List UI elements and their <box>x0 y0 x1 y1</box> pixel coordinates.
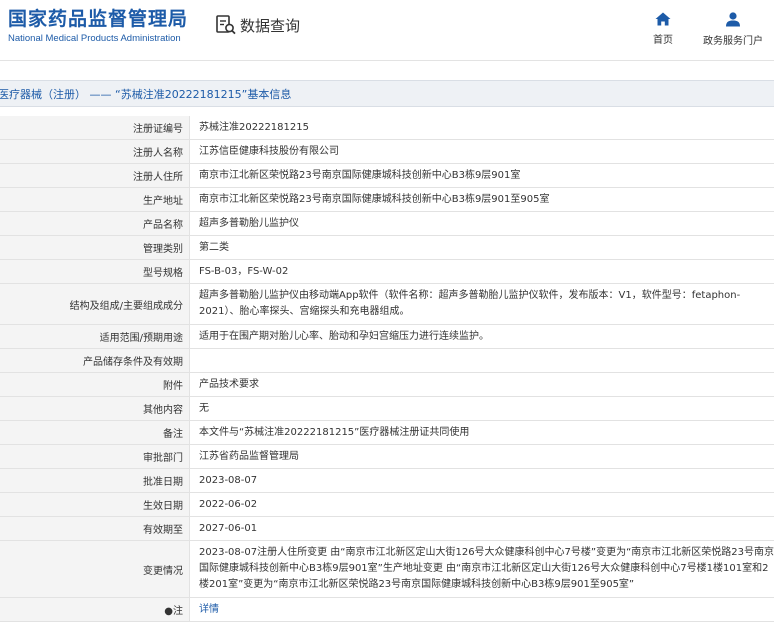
field-value: 无 <box>189 396 774 421</box>
field-value: 2027-06-01 <box>189 516 774 541</box>
field-label: 有效期至 <box>0 516 190 541</box>
record-title: 医疗器械（注册） —— “苏械注准20222181215”基本信息 <box>0 88 292 101</box>
field-value: FS-B-03，FS-W-02 <box>189 259 774 284</box>
field-label: 管理类别 <box>0 235 190 260</box>
table-row: 批准日期 2023-08-07 <box>0 468 774 493</box>
field-value: 第二类 <box>189 235 774 260</box>
data-query-heading: 数据查询 <box>215 14 300 36</box>
field-label: 适用范围/预期用途 <box>0 324 190 349</box>
field-label: 其他内容 <box>0 396 190 421</box>
field-value: 2023-08-07 <box>189 468 774 493</box>
table-row: 管理类别 第二类 <box>0 235 774 260</box>
field-value: 适用于在围产期对胎儿心率、胎动和孕妇宫缩压力进行连续监护。 <box>189 324 774 349</box>
lightbulb-icon: ● <box>164 606 173 617</box>
field-value: 2022-06-02 <box>189 492 774 517</box>
note-value-cell: 详情 <box>189 597 774 622</box>
user-icon <box>698 12 768 27</box>
field-label: 变更情况 <box>0 540 190 598</box>
field-value: 江苏信臣健康科技股份有限公司 <box>189 139 774 164</box>
site-header: 国家药品监督管理局 National Medical Products Admi… <box>0 0 774 60</box>
field-label: 注册证编号 <box>0 116 190 140</box>
table-row: 注册证编号 苏械注准20222181215 <box>0 116 774 140</box>
table-row: 备注 本文件与“苏械注准20222181215”医疗器械注册证共同使用 <box>0 420 774 445</box>
table-row: 产品名称 超声多普勒胎儿监护仪 <box>0 211 774 236</box>
field-label: 生效日期 <box>0 492 190 517</box>
table-row: 产品储存条件及有效期 <box>0 348 774 373</box>
note-label: 注 <box>173 606 183 617</box>
table-row: 生效日期 2022-06-02 <box>0 492 774 517</box>
field-value: 超声多普勒胎儿监护仪由移动端App软件（软件名称：超声多普勒胎儿监护仪软件，发布… <box>189 283 774 325</box>
field-label: 型号规格 <box>0 259 190 284</box>
field-label: 结构及组成/主要组成成分 <box>0 283 190 325</box>
registration-info-table: 注册证编号 苏械注准20222181215 注册人名称 江苏信臣健康科技股份有限… <box>0 116 774 622</box>
table-row: 其他内容 无 <box>0 396 774 421</box>
field-value <box>189 348 774 373</box>
field-label: 产品名称 <box>0 211 190 236</box>
header-divider <box>0 60 774 61</box>
field-label: 注册人名称 <box>0 139 190 164</box>
home-icon <box>628 12 698 26</box>
table-row: 审批部门 江苏省药品监督管理局 <box>0 444 774 469</box>
document-search-icon <box>215 14 237 36</box>
field-value: 2023-08-07注册人住所变更 由“南京市江北新区定山大街126号大众健康科… <box>189 540 774 598</box>
field-value: 江苏省药品监督管理局 <box>189 444 774 469</box>
field-label: 注册人住所 <box>0 163 190 188</box>
field-value: 超声多普勒胎儿监护仪 <box>189 211 774 236</box>
table-row: 注册人住所 南京市江北新区荣悦路23号南京国际健康城科技创新中心B3栋9层901… <box>0 163 774 188</box>
table-row: 附件 产品技术要求 <box>0 372 774 397</box>
nav-home-label: 首页 <box>653 35 673 46</box>
table-row: 有效期至 2027-06-01 <box>0 516 774 541</box>
field-value: 南京市江北新区荣悦路23号南京国际健康城科技创新中心B3栋9层901室 <box>189 163 774 188</box>
table-row: 适用范围/预期用途 适用于在围产期对胎儿心率、胎动和孕妇宫缩压力进行连续监护。 <box>0 324 774 349</box>
field-label: 批准日期 <box>0 468 190 493</box>
field-label: 审批部门 <box>0 444 190 469</box>
table-row: 生产地址 南京市江北新区荣悦路23号南京国际健康城科技创新中心B3栋9层901至… <box>0 187 774 212</box>
details-link[interactable]: 详情 <box>199 604 219 615</box>
field-value: 本文件与“苏械注准20222181215”医疗器械注册证共同使用 <box>189 420 774 445</box>
field-label: 产品储存条件及有效期 <box>0 348 190 373</box>
nav-home[interactable]: 首页 <box>628 12 698 46</box>
table-row: 型号规格 FS-B-03，FS-W-02 <box>0 259 774 284</box>
nav-gov-service-portal-label: 政务服务门户 <box>703 36 763 47</box>
field-value: 产品技术要求 <box>189 372 774 397</box>
note-label-cell: ●注 <box>0 597 190 622</box>
logo-chinese-name: 国家药品监督管理局 <box>8 8 189 30</box>
table-row: 结构及组成/主要组成成分 超声多普勒胎儿监护仪由移动端App软件（软件名称：超声… <box>0 283 774 325</box>
field-label: 备注 <box>0 420 190 445</box>
field-value: 苏械注准20222181215 <box>189 116 774 140</box>
field-label: 附件 <box>0 372 190 397</box>
site-logo[interactable]: 国家药品监督管理局 National Medical Products Admi… <box>8 8 188 44</box>
nav-gov-service-portal[interactable]: 政务服务门户 <box>698 12 768 47</box>
field-value: 南京市江北新区荣悦路23号南京国际健康城科技创新中心B3栋9层901至905室 <box>189 187 774 212</box>
table-row: ●注 详情 <box>0 597 774 622</box>
data-query-label: 数据查询 <box>240 16 301 35</box>
logo-english-name: National Medical Products Administration <box>8 33 181 44</box>
table-row: 变更情况 2023-08-07注册人住所变更 由“南京市江北新区定山大街126号… <box>0 540 774 598</box>
field-label: 生产地址 <box>0 187 190 212</box>
table-row: 注册人名称 江苏信臣健康科技股份有限公司 <box>0 139 774 164</box>
record-title-bar: 医疗器械（注册） —— “苏械注准20222181215”基本信息 <box>0 80 774 107</box>
